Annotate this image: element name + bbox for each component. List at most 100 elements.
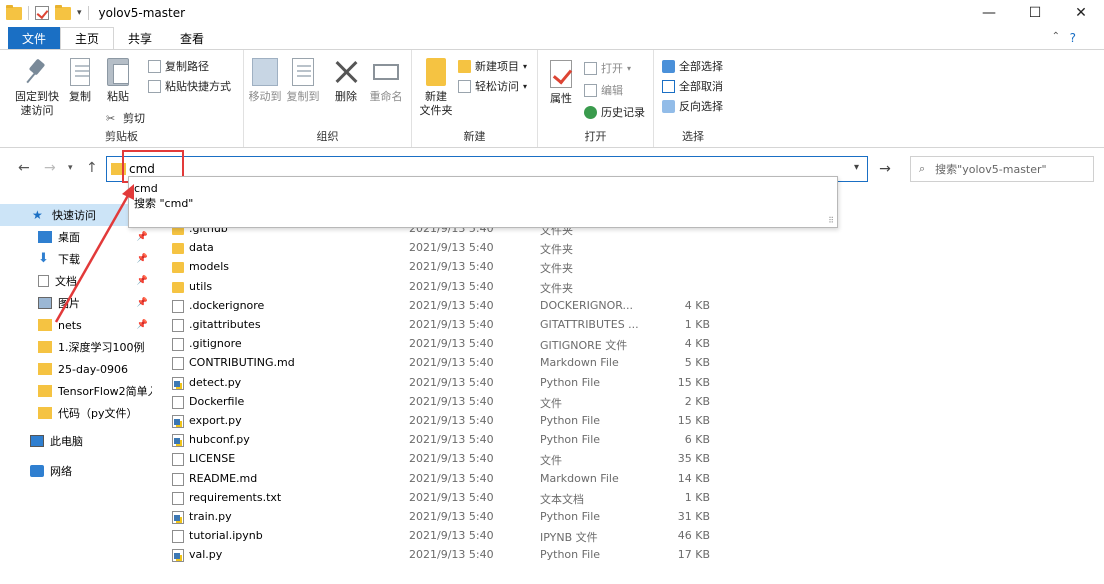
easy-access-button[interactable]: 轻松访问 ▾ xyxy=(458,78,527,94)
pin-icon: 📌 xyxy=(136,298,148,308)
file-icon xyxy=(172,357,184,371)
rename-button[interactable]: 重命名 xyxy=(366,58,406,104)
new-group: 新建 文件夹 新建项目 ▾ 轻松访问 ▾ 新建 xyxy=(412,50,538,147)
new-item-icon xyxy=(458,59,471,73)
sidebar-item-folder[interactable]: 1.深度学习100例 xyxy=(0,336,152,358)
file-date: 2021/9/13 5:40 xyxy=(409,241,494,255)
edit-button[interactable]: 编辑 xyxy=(584,82,623,98)
file-row[interactable]: data 2021/9/13 5:40 文件夹 xyxy=(152,239,852,258)
file-row[interactable]: README.md 2021/9/13 5:40 Markdown File 14 K… xyxy=(152,470,852,489)
invert-selection-icon xyxy=(662,99,675,113)
autocomplete-suggestion[interactable]: cmd xyxy=(134,181,832,196)
copy-path-button[interactable]: 复制路径 xyxy=(148,58,209,74)
chevron-down-icon[interactable]: ▾ xyxy=(854,162,859,173)
file-type: Python File xyxy=(540,510,601,523)
file-row[interactable]: Dockerfile 2021/9/13 5:40 文件 2 KB xyxy=(152,393,852,412)
move-to-button[interactable]: 移动到 xyxy=(246,58,284,104)
forward-arrow-icon[interactable]: → xyxy=(44,160,56,176)
back-arrow-icon[interactable]: ← xyxy=(18,160,30,176)
file-row[interactable]: .gitattributes 2021/9/13 5:40 GITATTRIBUTE… xyxy=(152,316,852,335)
sidebar-item-documents[interactable]: 文档 📌 xyxy=(0,270,152,292)
python-file-icon xyxy=(172,376,184,390)
cut-button[interactable]: ✂ 剪切 xyxy=(106,110,145,126)
file-date: 2021/9/13 5:40 xyxy=(409,548,494,562)
pin-quick-access-button[interactable]: 固定到快 速访问 xyxy=(12,58,62,118)
file-row[interactable]: detect.py 2021/9/13 5:40 Python File 15 KB xyxy=(152,374,852,393)
sidebar-item-nets[interactable]: nets 📌 xyxy=(0,314,152,336)
organize-group: 移动到 复制到 删除 重命名 组织 xyxy=(244,50,412,147)
properties-icon xyxy=(550,60,572,88)
sidebar-item-desktop[interactable]: 桌面 📌 xyxy=(0,226,152,248)
sidebar-item-folder[interactable]: TensorFlow2简单入 xyxy=(0,380,152,402)
properties-quick-icon[interactable] xyxy=(35,6,49,20)
sidebar-item-network[interactable]: 网络 xyxy=(0,460,152,482)
file-row[interactable]: tutorial.ipynb 2021/9/13 5:40 IPYNB 文件 46 K… xyxy=(152,527,852,546)
copy-to-button[interactable]: 复制到 xyxy=(284,58,322,104)
invert-selection-button[interactable]: 反向选择 xyxy=(662,98,723,114)
open-button[interactable]: 打开 ▾ xyxy=(584,60,631,76)
file-name: hubconf.py xyxy=(189,433,250,447)
properties-button[interactable]: 属性 xyxy=(542,60,580,106)
folder-icon xyxy=(172,243,184,255)
new-item-button[interactable]: 新建项目 ▾ xyxy=(458,58,527,74)
file-row[interactable]: .dockerignore 2021/9/13 5:40 DOCKERIGNOR..… xyxy=(152,297,852,316)
scissors-icon: ✂ xyxy=(106,111,116,125)
copy-icon xyxy=(70,58,90,86)
file-row[interactable]: hubconf.py 2021/9/13 5:40 Python File 6 KB xyxy=(152,431,852,450)
tab-home[interactable]: 主页 xyxy=(60,27,115,49)
network-icon xyxy=(30,465,44,477)
tab-share[interactable]: 共享 xyxy=(114,27,166,49)
file-row[interactable]: utils 2021/9/13 5:40 文件夹 xyxy=(152,278,852,297)
sidebar-item-this-pc[interactable]: 此电脑 xyxy=(0,430,152,452)
tab-file[interactable]: 文件 xyxy=(8,27,61,49)
file-name: Dockerfile xyxy=(189,394,245,408)
paste-button[interactable]: 粘贴 xyxy=(100,58,136,104)
go-button[interactable]: → xyxy=(872,156,898,182)
file-row[interactable]: .gitignore 2021/9/13 5:40 GITIGNORE 文件 4 KB xyxy=(152,335,852,354)
file-row[interactable]: val.py 2021/9/13 5:40 Python File 17 KB xyxy=(152,546,852,565)
quick-access-dropdown-icon[interactable]: ▾ xyxy=(77,8,82,18)
select-none-button[interactable]: 全部取消 xyxy=(662,78,723,94)
collapse-ribbon-icon[interactable]: ⌃ xyxy=(1052,31,1060,42)
new-folder-quick-icon[interactable] xyxy=(55,4,71,20)
sidebar-item-pictures[interactable]: 图片 📌 xyxy=(0,292,152,314)
file-date: 2021/9/13 5:40 xyxy=(409,260,494,274)
paste-shortcut-button[interactable]: 粘贴快捷方式 xyxy=(148,78,231,94)
move-to-icon xyxy=(252,58,278,86)
new-folder-button[interactable]: 新建 文件夹 xyxy=(416,58,456,118)
sidebar-item-folder[interactable]: 代码（py文件） xyxy=(0,402,152,424)
minimize-button[interactable]: — xyxy=(966,0,1012,26)
file-row[interactable]: export.py 2021/9/13 5:40 Python File 15 KB xyxy=(152,412,852,431)
search-input[interactable]: ⌕ 搜索"yolov5-master" xyxy=(910,156,1094,182)
resize-grip-icon[interactable]: ⠿ xyxy=(828,216,834,225)
tab-view[interactable]: 查看 xyxy=(166,27,218,49)
file-type: Python File xyxy=(540,375,601,389)
up-arrow-icon[interactable]: ↑ xyxy=(86,160,98,176)
help-icon[interactable]: ? xyxy=(1070,31,1076,45)
delete-button[interactable]: 删除 xyxy=(330,58,362,104)
copy-button[interactable]: 复制 xyxy=(64,58,96,104)
history-button[interactable]: 历史记录 xyxy=(584,104,645,120)
file-row[interactable]: train.py 2021/9/13 5:40 Python File 31 KB xyxy=(152,508,852,527)
recent-locations-icon[interactable]: ▾ xyxy=(68,163,73,173)
file-size: 17 KB xyxy=(677,548,710,562)
file-name: LICENSE xyxy=(189,452,236,466)
autocomplete-search[interactable]: 搜索 "cmd" xyxy=(134,196,832,211)
autocomplete-dropdown: cmd 搜索 "cmd" ⠿ xyxy=(128,176,838,228)
file-row[interactable]: requirements.txt 2021/9/13 5:40 文本文档 1 KB xyxy=(152,489,852,508)
pin-icon xyxy=(24,58,50,86)
select-all-button[interactable]: 全部选择 xyxy=(662,58,723,74)
computer-icon xyxy=(30,435,44,447)
sidebar-item-downloads[interactable]: ⬇ 下载 📌 xyxy=(0,248,152,270)
sidebar-item-folder[interactable]: 25-day-0906 xyxy=(0,358,152,380)
paste-icon xyxy=(107,58,129,86)
file-row[interactable]: CONTRIBUTING.md 2021/9/13 5:40 Markdown Fi… xyxy=(152,354,852,373)
file-date: 2021/9/13 5:40 xyxy=(409,529,494,543)
file-row[interactable]: models 2021/9/13 5:40 文件夹 xyxy=(152,258,852,277)
python-file-icon xyxy=(172,434,184,448)
file-row[interactable]: LICENSE 2021/9/13 5:40 文件 35 KB xyxy=(152,450,852,469)
open-icon xyxy=(584,61,597,75)
close-button[interactable]: ✕ xyxy=(1058,0,1104,26)
maximize-button[interactable]: ☐ xyxy=(1012,0,1058,26)
file-size: 4 KB xyxy=(684,337,710,351)
